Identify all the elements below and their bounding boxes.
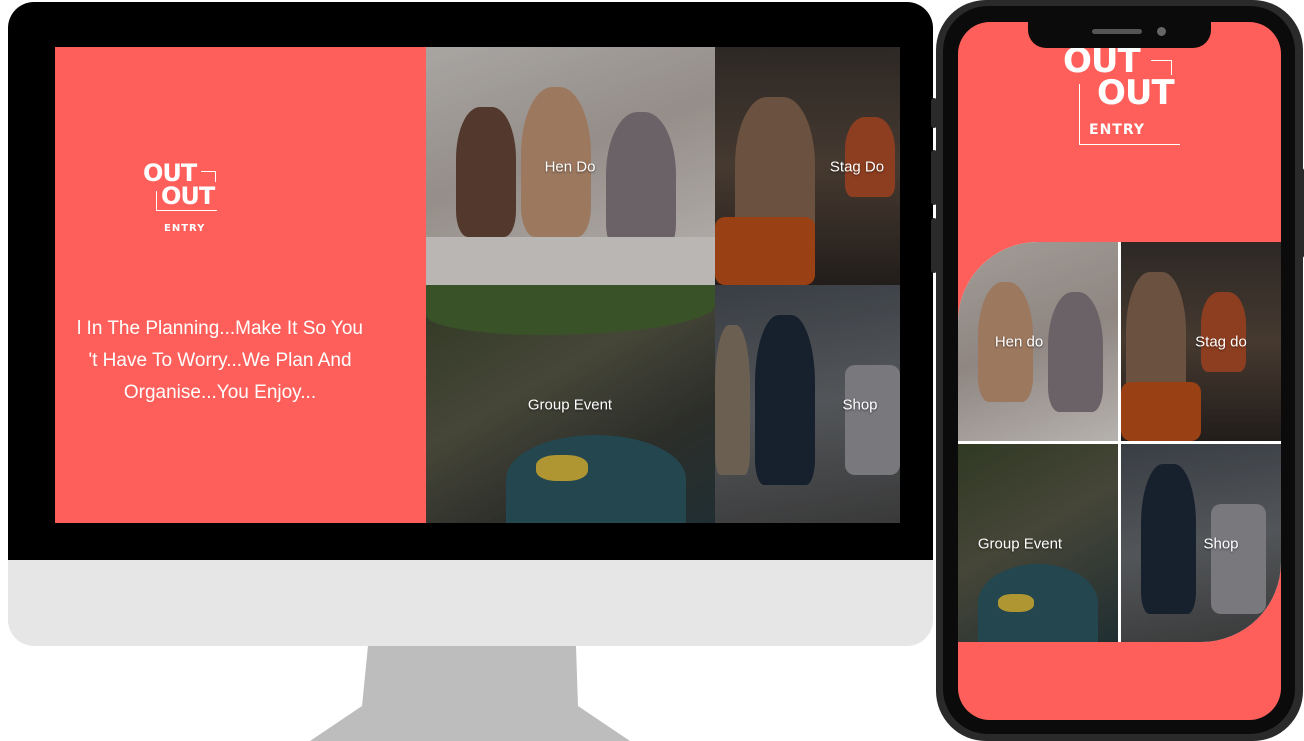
phone-camera [1157, 27, 1166, 36]
tile-stag-do[interactable]: Stag do [1121, 242, 1281, 441]
mobile-screen: OUT OUT ENTRY Hen do Stag do Group Event [958, 22, 1281, 720]
tile-label: Shop [842, 396, 878, 414]
tile-label: Stag do [1195, 333, 1247, 351]
phone-speaker [1092, 29, 1142, 34]
tile-label: Hen do [994, 333, 1044, 351]
tile-label: Hen Do [544, 158, 596, 176]
phone-volume-up [931, 150, 937, 205]
hero-tagline: l In The Planning...Make It So You 't Ha… [77, 318, 363, 403]
tile-label: Stag Do [829, 158, 885, 176]
brand-logo[interactable]: OUT OUT ENTRY [1063, 44, 1183, 145]
logo-tagline: ENTRY [1089, 122, 1145, 138]
hero-panel: OUT OUT ENTRY l In The Planning...Make I… [55, 47, 426, 523]
logo-bracket [201, 171, 216, 182]
logo-tagline: ENTRY [164, 223, 206, 234]
tile-hen-do[interactable]: Hen Do [426, 47, 715, 285]
monitor-chin [8, 560, 933, 646]
tile-group-event[interactable]: Group Event [426, 285, 715, 523]
phone-volume-down [931, 218, 937, 273]
tile-stag-do[interactable]: Stag Do [715, 47, 900, 285]
logo-line-2: OUT [1097, 73, 1175, 113]
tile-label: Group Event [527, 396, 613, 414]
tile-group-event[interactable]: Group Event [958, 444, 1118, 642]
desktop-screen: OUT OUT ENTRY l In The Planning...Make I… [55, 47, 900, 523]
phone-power-button [1299, 168, 1304, 258]
tile-shop[interactable]: Shop [715, 285, 900, 523]
tile-shop[interactable]: Shop [1121, 444, 1281, 642]
logo-line-2: OUT [161, 182, 215, 210]
tile-hen-do[interactable]: Hen do [958, 242, 1118, 441]
tile-label: Shop [1203, 535, 1239, 553]
tile-label: Group Event [977, 535, 1063, 553]
brand-logo[interactable]: OUT OUT ENTRY [143, 161, 243, 241]
mobile-tile-grid: Hen do Stag do Group Event Shop [958, 242, 1281, 642]
phone-side-button [931, 98, 937, 128]
monitor-stand [310, 646, 630, 741]
